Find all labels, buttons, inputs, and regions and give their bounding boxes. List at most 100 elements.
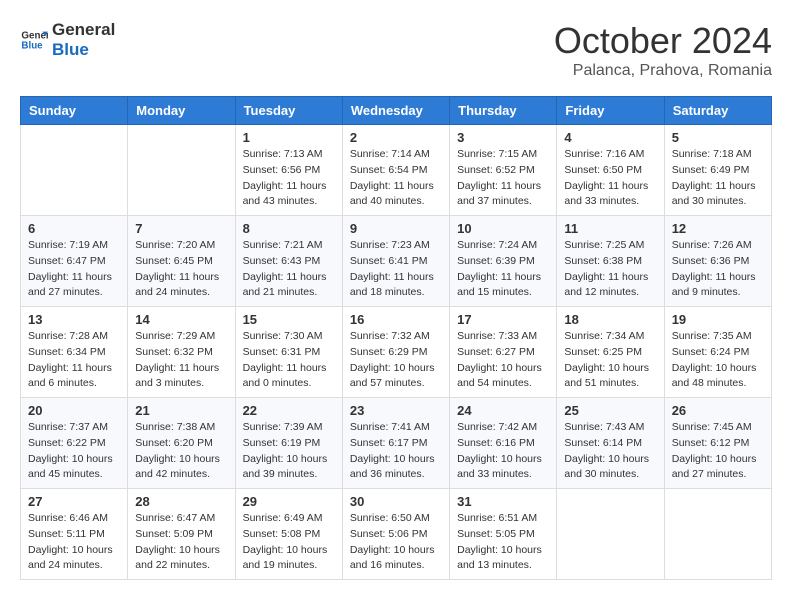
day-info: Sunrise: 7:37 AMSunset: 6:22 PMDaylight:… <box>28 420 120 483</box>
logo: General Blue General Blue <box>20 20 115 61</box>
day-number: 13 <box>28 312 120 327</box>
week-row-5: 27 Sunrise: 6:46 AMSunset: 5:11 PMDaylig… <box>21 489 772 580</box>
day-info: Sunrise: 6:46 AMSunset: 5:11 PMDaylight:… <box>28 511 120 574</box>
calendar-cell: 30 Sunrise: 6:50 AMSunset: 5:06 PMDaylig… <box>342 489 449 580</box>
day-number: 15 <box>243 312 335 327</box>
day-number: 10 <box>457 221 549 236</box>
day-number: 23 <box>350 403 442 418</box>
title-block: October 2024 Palanca, Prahova, Romania <box>554 20 772 80</box>
weekday-header-thursday: Thursday <box>450 97 557 125</box>
day-number: 27 <box>28 494 120 509</box>
day-info: Sunrise: 7:35 AMSunset: 6:24 PMDaylight:… <box>672 329 764 392</box>
calendar-cell: 29 Sunrise: 6:49 AMSunset: 5:08 PMDaylig… <box>235 489 342 580</box>
day-info: Sunrise: 7:26 AMSunset: 6:36 PMDaylight:… <box>672 238 764 301</box>
calendar-cell: 31 Sunrise: 6:51 AMSunset: 5:05 PMDaylig… <box>450 489 557 580</box>
day-info: Sunrise: 6:50 AMSunset: 5:06 PMDaylight:… <box>350 511 442 574</box>
day-number: 16 <box>350 312 442 327</box>
calendar-cell: 27 Sunrise: 6:46 AMSunset: 5:11 PMDaylig… <box>21 489 128 580</box>
day-number: 6 <box>28 221 120 236</box>
day-number: 19 <box>672 312 764 327</box>
logo-text-blue: Blue <box>52 40 115 60</box>
calendar-cell: 19 Sunrise: 7:35 AMSunset: 6:24 PMDaylig… <box>664 307 771 398</box>
calendar-cell: 20 Sunrise: 7:37 AMSunset: 6:22 PMDaylig… <box>21 398 128 489</box>
day-info: Sunrise: 7:45 AMSunset: 6:12 PMDaylight:… <box>672 420 764 483</box>
day-number: 11 <box>564 221 656 236</box>
week-row-2: 6 Sunrise: 7:19 AMSunset: 6:47 PMDayligh… <box>21 216 772 307</box>
day-info: Sunrise: 7:41 AMSunset: 6:17 PMDaylight:… <box>350 420 442 483</box>
week-row-1: 1 Sunrise: 7:13 AMSunset: 6:56 PMDayligh… <box>21 125 772 216</box>
day-info: Sunrise: 6:51 AMSunset: 5:05 PMDaylight:… <box>457 511 549 574</box>
day-number: 29 <box>243 494 335 509</box>
day-info: Sunrise: 7:34 AMSunset: 6:25 PMDaylight:… <box>564 329 656 392</box>
day-info: Sunrise: 7:21 AMSunset: 6:43 PMDaylight:… <box>243 238 335 301</box>
day-info: Sunrise: 7:30 AMSunset: 6:31 PMDaylight:… <box>243 329 335 392</box>
calendar-cell: 22 Sunrise: 7:39 AMSunset: 6:19 PMDaylig… <box>235 398 342 489</box>
calendar-table: SundayMondayTuesdayWednesdayThursdayFrid… <box>20 96 772 580</box>
calendar-cell: 3 Sunrise: 7:15 AMSunset: 6:52 PMDayligh… <box>450 125 557 216</box>
calendar-cell: 14 Sunrise: 7:29 AMSunset: 6:32 PMDaylig… <box>128 307 235 398</box>
day-info: Sunrise: 7:39 AMSunset: 6:19 PMDaylight:… <box>243 420 335 483</box>
day-number: 5 <box>672 130 764 145</box>
calendar-cell: 24 Sunrise: 7:42 AMSunset: 6:16 PMDaylig… <box>450 398 557 489</box>
day-number: 18 <box>564 312 656 327</box>
calendar-cell: 16 Sunrise: 7:32 AMSunset: 6:29 PMDaylig… <box>342 307 449 398</box>
logo-text-general: General <box>52 20 115 40</box>
calendar-cell: 13 Sunrise: 7:28 AMSunset: 6:34 PMDaylig… <box>21 307 128 398</box>
day-info: Sunrise: 7:29 AMSunset: 6:32 PMDaylight:… <box>135 329 227 392</box>
calendar-cell: 7 Sunrise: 7:20 AMSunset: 6:45 PMDayligh… <box>128 216 235 307</box>
calendar-cell: 23 Sunrise: 7:41 AMSunset: 6:17 PMDaylig… <box>342 398 449 489</box>
day-number: 22 <box>243 403 335 418</box>
day-number: 28 <box>135 494 227 509</box>
month-title: October 2024 <box>554 20 772 62</box>
week-row-3: 13 Sunrise: 7:28 AMSunset: 6:34 PMDaylig… <box>21 307 772 398</box>
calendar-cell: 21 Sunrise: 7:38 AMSunset: 6:20 PMDaylig… <box>128 398 235 489</box>
day-info: Sunrise: 7:20 AMSunset: 6:45 PMDaylight:… <box>135 238 227 301</box>
calendar-cell <box>128 125 235 216</box>
day-number: 1 <box>243 130 335 145</box>
weekday-header-row: SundayMondayTuesdayWednesdayThursdayFrid… <box>21 97 772 125</box>
day-info: Sunrise: 7:14 AMSunset: 6:54 PMDaylight:… <box>350 147 442 210</box>
weekday-header-wednesday: Wednesday <box>342 97 449 125</box>
calendar-cell: 5 Sunrise: 7:18 AMSunset: 6:49 PMDayligh… <box>664 125 771 216</box>
day-number: 8 <box>243 221 335 236</box>
day-number: 9 <box>350 221 442 236</box>
calendar-cell: 4 Sunrise: 7:16 AMSunset: 6:50 PMDayligh… <box>557 125 664 216</box>
week-row-4: 20 Sunrise: 7:37 AMSunset: 6:22 PMDaylig… <box>21 398 772 489</box>
day-number: 26 <box>672 403 764 418</box>
location-subtitle: Palanca, Prahova, Romania <box>554 62 772 80</box>
day-info: Sunrise: 7:42 AMSunset: 6:16 PMDaylight:… <box>457 420 549 483</box>
weekday-header-friday: Friday <box>557 97 664 125</box>
day-info: Sunrise: 7:18 AMSunset: 6:49 PMDaylight:… <box>672 147 764 210</box>
calendar-cell: 12 Sunrise: 7:26 AMSunset: 6:36 PMDaylig… <box>664 216 771 307</box>
day-number: 4 <box>564 130 656 145</box>
day-number: 20 <box>28 403 120 418</box>
calendar-cell <box>664 489 771 580</box>
calendar-cell: 10 Sunrise: 7:24 AMSunset: 6:39 PMDaylig… <box>450 216 557 307</box>
day-info: Sunrise: 7:33 AMSunset: 6:27 PMDaylight:… <box>457 329 549 392</box>
page-header: General Blue General Blue October 2024 P… <box>20 20 772 80</box>
day-number: 24 <box>457 403 549 418</box>
logo-icon: General Blue <box>20 26 48 54</box>
day-number: 3 <box>457 130 549 145</box>
day-number: 17 <box>457 312 549 327</box>
day-info: Sunrise: 7:32 AMSunset: 6:29 PMDaylight:… <box>350 329 442 392</box>
calendar-cell: 2 Sunrise: 7:14 AMSunset: 6:54 PMDayligh… <box>342 125 449 216</box>
weekday-header-tuesday: Tuesday <box>235 97 342 125</box>
day-info: Sunrise: 7:28 AMSunset: 6:34 PMDaylight:… <box>28 329 120 392</box>
calendar-cell: 25 Sunrise: 7:43 AMSunset: 6:14 PMDaylig… <box>557 398 664 489</box>
day-info: Sunrise: 6:47 AMSunset: 5:09 PMDaylight:… <box>135 511 227 574</box>
day-info: Sunrise: 7:16 AMSunset: 6:50 PMDaylight:… <box>564 147 656 210</box>
day-info: Sunrise: 7:19 AMSunset: 6:47 PMDaylight:… <box>28 238 120 301</box>
day-number: 12 <box>672 221 764 236</box>
calendar-cell: 9 Sunrise: 7:23 AMSunset: 6:41 PMDayligh… <box>342 216 449 307</box>
calendar-cell <box>557 489 664 580</box>
weekday-header-monday: Monday <box>128 97 235 125</box>
calendar-cell: 26 Sunrise: 7:45 AMSunset: 6:12 PMDaylig… <box>664 398 771 489</box>
day-info: Sunrise: 7:43 AMSunset: 6:14 PMDaylight:… <box>564 420 656 483</box>
day-info: Sunrise: 7:13 AMSunset: 6:56 PMDaylight:… <box>243 147 335 210</box>
day-info: Sunrise: 6:49 AMSunset: 5:08 PMDaylight:… <box>243 511 335 574</box>
calendar-cell: 6 Sunrise: 7:19 AMSunset: 6:47 PMDayligh… <box>21 216 128 307</box>
calendar-cell: 28 Sunrise: 6:47 AMSunset: 5:09 PMDaylig… <box>128 489 235 580</box>
day-info: Sunrise: 7:25 AMSunset: 6:38 PMDaylight:… <box>564 238 656 301</box>
day-number: 7 <box>135 221 227 236</box>
